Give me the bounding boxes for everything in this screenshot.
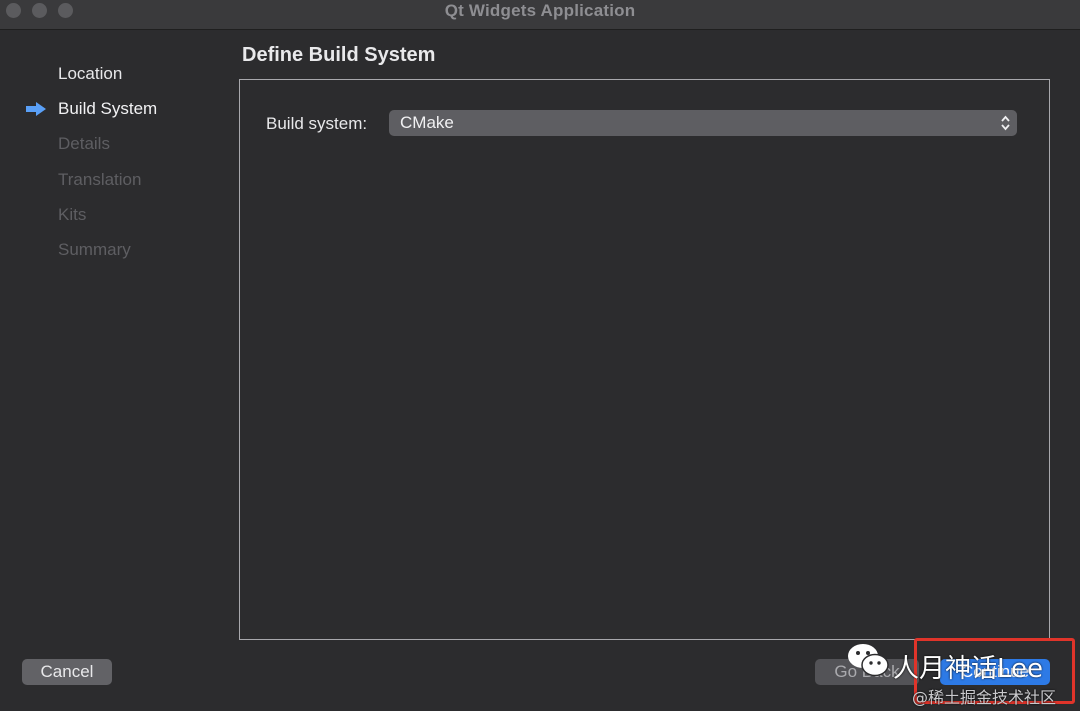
watermark-subtext: @稀土掘金技术社区 [912, 688, 1057, 707]
step-location: Location [0, 58, 230, 93]
step-label: Details [58, 134, 110, 154]
cancel-button[interactable]: Cancel [22, 659, 112, 685]
content-panel [239, 79, 1050, 640]
step-translation: Translation [0, 164, 230, 199]
watermark-text: 人月神话Lee [893, 654, 1044, 684]
step-label: Kits [58, 204, 87, 224]
title-bar[interactable]: Qt Widgets Application [0, 0, 1080, 30]
step-label: Location [58, 64, 123, 83]
up-down-chevron-icon [1001, 115, 1010, 131]
build-system-label: Build system: [266, 114, 368, 133]
step-label: Translation [58, 169, 142, 189]
step-summary: Summary [0, 234, 230, 269]
step-label: Summary [58, 239, 131, 259]
wizard-steps: Location Build System Details Translatio… [0, 58, 230, 269]
wizard-window: Qt Widgets Application Location Build Sy… [0, 0, 1080, 711]
page-title: Define Build System [242, 44, 436, 66]
step-build-system: Build System [0, 93, 230, 128]
arrow-right-icon [26, 102, 46, 117]
step-details: Details [0, 128, 230, 163]
build-system-select[interactable]: CMake [389, 110, 1017, 136]
window-title: Qt Widgets Application [444, 1, 636, 20]
step-label: Build System [58, 99, 158, 119]
wechat-icon [848, 644, 889, 677]
build-system-value: CMake [400, 113, 454, 132]
step-kits: Kits [0, 199, 230, 234]
